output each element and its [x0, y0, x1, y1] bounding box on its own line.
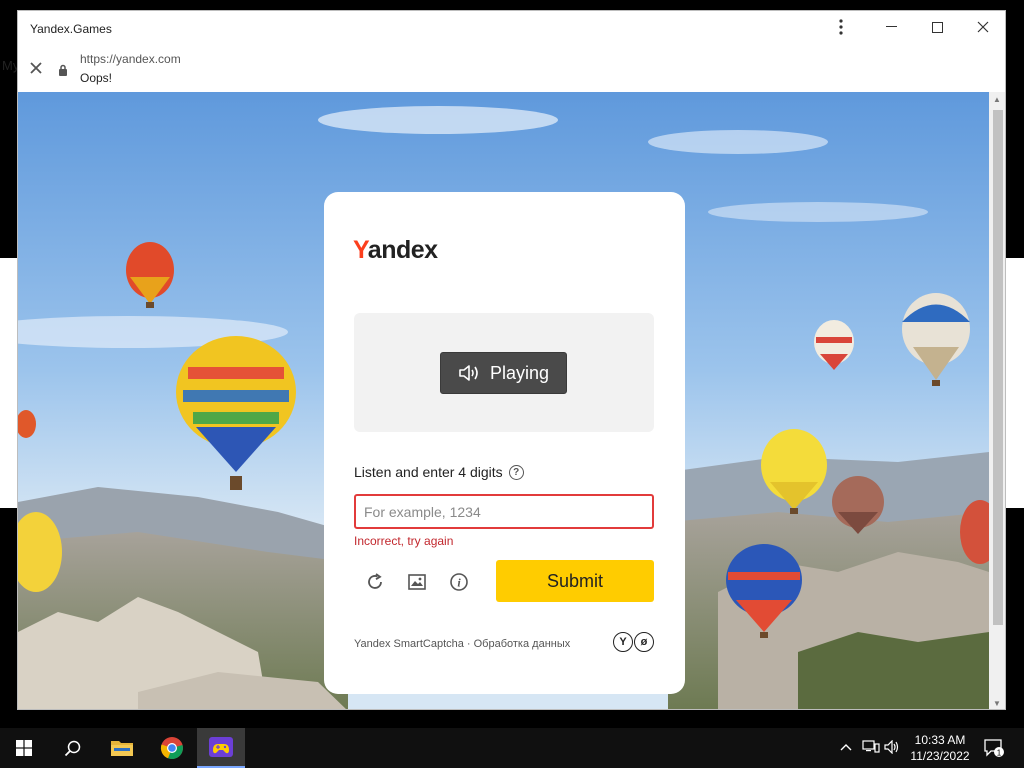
yandex-y-badge-icon: Y	[613, 632, 633, 652]
play-audio-button[interactable]: Playing	[440, 352, 567, 394]
page-viewport: Yandex Playing Listen and enter 4 digits…	[18, 92, 989, 709]
network-icon[interactable]	[862, 740, 880, 757]
close-window-button[interactable]	[960, 11, 1005, 43]
svg-text:1: 1	[997, 748, 1002, 757]
yandex-logo: Yandex	[353, 236, 438, 264]
game-controller-icon	[209, 737, 233, 757]
folder-icon	[111, 741, 133, 756]
error-message: Incorrect, try again	[354, 534, 454, 548]
yandex-games-taskbar-button[interactable]	[197, 728, 245, 768]
scroll-down-icon[interactable]: ▼	[993, 699, 1001, 708]
refresh-button[interactable]	[363, 570, 387, 594]
windows-icon	[16, 740, 32, 756]
maximize-icon	[931, 21, 943, 33]
play-label: Playing	[489, 362, 550, 383]
scroll-thumb[interactable]	[993, 110, 1003, 625]
desktop-background-strip	[0, 258, 17, 508]
scroll-up-icon[interactable]: ▲	[993, 95, 1001, 104]
audio-challenge-area: Playing	[354, 313, 654, 432]
speaker-icon	[459, 365, 478, 381]
question-mark-icon[interactable]: ?	[508, 464, 524, 480]
browser-window: Yandex.Games https://yandex.com Oops! Ya…	[17, 10, 1006, 710]
instruction: Listen and enter 4 digits ?	[354, 464, 524, 480]
close-icon	[30, 62, 42, 74]
info-button[interactable]: i	[447, 570, 471, 594]
image-icon	[408, 574, 426, 590]
chrome-icon	[160, 737, 183, 760]
chrome-button[interactable]	[148, 728, 196, 768]
svg-text:i: i	[457, 576, 461, 590]
taskbar: 10:33 AM 11/23/2022 1	[0, 728, 1024, 768]
url-text[interactable]: https://yandex.com	[80, 52, 181, 66]
notifications-button[interactable]: 1	[983, 738, 1005, 761]
page-subtitle: Oops!	[80, 71, 113, 85]
minimize-button[interactable]	[868, 11, 914, 43]
search-icon	[64, 740, 80, 756]
info-icon: i	[450, 573, 468, 591]
close-tab-button[interactable]	[30, 61, 42, 79]
captcha-footer[interactable]: Yandex SmartCaptcha · Обработка данных	[354, 638, 570, 650]
notification-icon: 1	[984, 739, 1004, 757]
refresh-icon	[368, 573, 382, 589]
minimize-icon	[885, 26, 897, 27]
close-icon	[977, 21, 989, 33]
image-challenge-button[interactable]	[405, 570, 429, 594]
captcha-card: Yandex Playing Listen and enter 4 digits…	[324, 192, 685, 694]
clock-date: 11/23/2022	[910, 749, 970, 763]
clock-time: 10:33 AM	[914, 733, 966, 747]
submit-button[interactable]: Submit	[496, 560, 654, 602]
tray-chevron-up-icon[interactable]	[840, 740, 852, 754]
start-button[interactable]	[0, 728, 48, 768]
volume-icon[interactable]	[884, 739, 900, 757]
taskbar-clock[interactable]: 10:33 AM 11/23/2022	[908, 732, 972, 764]
digits-input[interactable]	[354, 494, 654, 529]
leaf-badge-icon: ø	[634, 632, 654, 652]
title-bar: Yandex.Games	[18, 11, 1005, 45]
lock-icon	[58, 63, 68, 81]
desktop-background-strip-right	[1006, 258, 1024, 508]
maximize-button[interactable]	[914, 11, 960, 43]
instruction-text: Listen and enter 4 digits	[354, 464, 503, 480]
vertical-scrollbar[interactable]: ▲ ▼	[989, 92, 1005, 709]
window-title: Yandex.Games	[30, 22, 112, 36]
search-button[interactable]	[48, 728, 96, 768]
kebab-menu-icon	[839, 19, 843, 35]
more-options-button[interactable]	[818, 11, 864, 43]
file-explorer-button[interactable]	[98, 728, 146, 768]
